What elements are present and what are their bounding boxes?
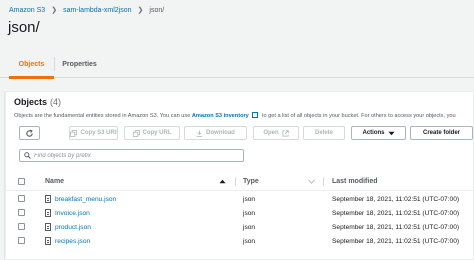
file-icon (45, 223, 51, 231)
breadcrumb-separator-icon: ❯ (51, 7, 58, 14)
table-row: product.json json September 18, 2021, 11… (6, 220, 473, 234)
download-label: Download (206, 130, 235, 136)
breadcrumb-amazon-s3[interactable]: Amazon S3 (9, 7, 45, 14)
copy-s3-uri-button[interactable]: Copy S3 URI (69, 126, 118, 140)
search-box (19, 149, 244, 162)
column-header-last-modified-label: Last modified (332, 178, 378, 185)
tab-divider (54, 57, 55, 71)
object-name-link[interactable]: breakfast_menu.json (55, 196, 116, 203)
actions-label: Actions (362, 130, 385, 136)
object-name-cell: Invoice.json (45, 206, 90, 220)
copy-icon (70, 129, 78, 137)
object-type: json (243, 223, 256, 231)
tab-bar: Objects Properties (0, 50, 474, 79)
file-icon (45, 195, 51, 203)
breadcrumb-bucket[interactable]: sam-lambda-xml2json (63, 7, 131, 14)
sort-icon[interactable] (308, 179, 315, 184)
column-header-name[interactable]: Name (45, 172, 64, 191)
create-folder-label: Create folder (422, 130, 460, 136)
objects-heading: Objects (4) (14, 97, 61, 107)
copy-s3-uri-label: Copy S3 URI (80, 130, 117, 136)
row-checkbox[interactable] (18, 195, 25, 202)
object-type: json (243, 237, 256, 245)
select-all-checkbox[interactable] (18, 178, 25, 185)
breadcrumb: Amazon S3 ❯ sam-lambda-xml2json ❯ json/ (9, 4, 164, 16)
object-type: json (243, 195, 256, 203)
object-name-cell: product.json (45, 220, 91, 234)
row-checkbox[interactable] (18, 223, 25, 230)
table-row: Invoice.json json September 18, 2021, 11… (6, 206, 473, 220)
object-name-link[interactable]: Invoice.json (55, 210, 90, 217)
open-label: Open (263, 130, 279, 136)
object-last-modified: September 18, 2021, 11:02:51 (UTC-07:00) (332, 209, 460, 217)
row-checkbox[interactable] (18, 237, 25, 244)
caret-down-icon (387, 131, 395, 135)
table-header: Name Type Last modified (6, 172, 473, 191)
object-type: json (243, 209, 256, 217)
search-icon (24, 152, 31, 159)
file-icon (45, 209, 51, 217)
page-title: json/ (8, 19, 40, 36)
delete-label: Delete (314, 130, 333, 136)
download-icon (196, 129, 203, 137)
description-suffix: to get a list of all objects in your buc… (261, 113, 456, 119)
object-name-link[interactable]: product.json (55, 224, 91, 231)
tab-objects[interactable]: Objects (9, 50, 54, 79)
copy-url-button[interactable]: Copy URL (124, 126, 180, 140)
object-last-modified: September 18, 2021, 11:02:51 (UTC-07:00) (332, 223, 460, 231)
refresh-button[interactable] (19, 126, 40, 140)
objects-description: Objects are the fundamental entities sto… (14, 112, 456, 119)
breadcrumb-separator-icon: ❯ (137, 7, 144, 14)
sort-ascending-icon[interactable] (219, 179, 226, 184)
objects-heading-label: Objects (14, 97, 48, 107)
external-link-icon (282, 129, 289, 137)
create-folder-button[interactable]: Create folder (410, 126, 473, 140)
column-header-last-modified[interactable]: Last modified (332, 172, 378, 191)
object-name-cell: recipes.json (45, 234, 90, 248)
column-separator[interactable] (235, 177, 236, 186)
column-header-type[interactable]: Type (243, 172, 259, 191)
external-link-icon (252, 112, 259, 118)
column-separator[interactable] (323, 177, 324, 186)
object-last-modified: September 18, 2021, 11:02:51 (UTC-07:00) (332, 237, 460, 245)
object-name-link[interactable]: recipes.json (55, 238, 90, 245)
open-button[interactable]: Open (253, 126, 299, 140)
inventory-link[interactable]: Amazon S3 inventory (192, 113, 249, 119)
description-prefix: Objects are the fundamental entities sto… (14, 113, 191, 119)
actions-dropdown-button[interactable]: Actions (351, 126, 406, 140)
breadcrumb-current: json/ (149, 6, 165, 14)
copy-url-label: Copy URL (142, 130, 172, 136)
tab-active-indicator (9, 76, 54, 79)
object-last-modified: September 18, 2021, 11:02:51 (UTC-07:00) (332, 195, 460, 203)
object-name-cell: breakfast_menu.json (45, 192, 116, 206)
tab-objects-label: Objects (18, 60, 45, 68)
refresh-icon (26, 128, 33, 137)
download-button[interactable]: Download (184, 126, 247, 140)
copy-icon (132, 129, 140, 137)
column-header-name-label: Name (45, 178, 65, 185)
objects-count: (4) (50, 97, 62, 107)
table-row: breakfast_menu.json json September 18, 2… (6, 192, 473, 206)
tab-properties[interactable]: Properties (56, 50, 103, 78)
file-icon (45, 237, 51, 245)
search-input[interactable] (34, 152, 234, 159)
table-row: recipes.json json September 18, 2021, 11… (6, 234, 473, 248)
delete-button[interactable]: Delete (303, 126, 345, 140)
row-checkbox[interactable] (18, 209, 25, 216)
column-header-type-label: Type (243, 178, 259, 185)
tab-properties-label: Properties (62, 60, 97, 68)
